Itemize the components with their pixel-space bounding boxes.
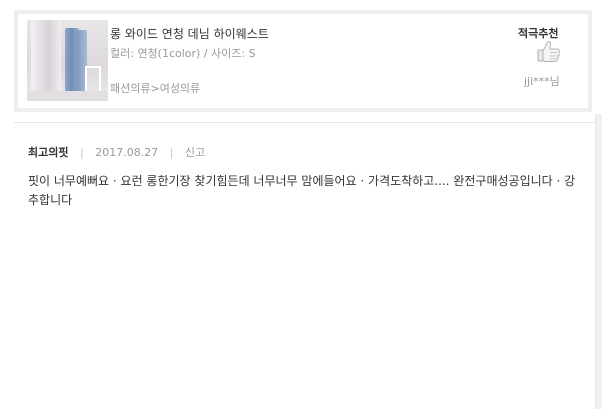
review-title: 최고의핏 (28, 146, 69, 159)
product-summary-card: 롱 와이드 연청 데님 하이웨스트 컬러: 연청(1color) / 사이즈: … (14, 10, 592, 112)
product-category: 패션의류>여성의류 (110, 82, 201, 95)
separator: | (169, 146, 174, 159)
scrollbar[interactable] (595, 114, 602, 409)
report-link[interactable]: 신고 (185, 146, 205, 159)
product-title[interactable]: 롱 와이드 연청 데님 하이웨스트 (110, 25, 269, 42)
reviewer-id: jji***님 (524, 75, 560, 88)
product-thumbnail[interactable] (27, 20, 108, 101)
divider (14, 122, 595, 123)
product-option: 컬러: 연청(1color) / 사이즈: S (110, 47, 256, 60)
review-meta: 최고의핏 | 2017.08.27 | 신고 (28, 144, 205, 160)
separator: | (79, 146, 84, 159)
thumbs-up-icon (537, 41, 560, 62)
review-date: 2017.08.27 (95, 146, 159, 159)
review-body: 핏이 너무예뻐요 · 요런 롱한기장 찾기힘든데 너무너무 맘에들어요 · 가격… (28, 174, 576, 207)
